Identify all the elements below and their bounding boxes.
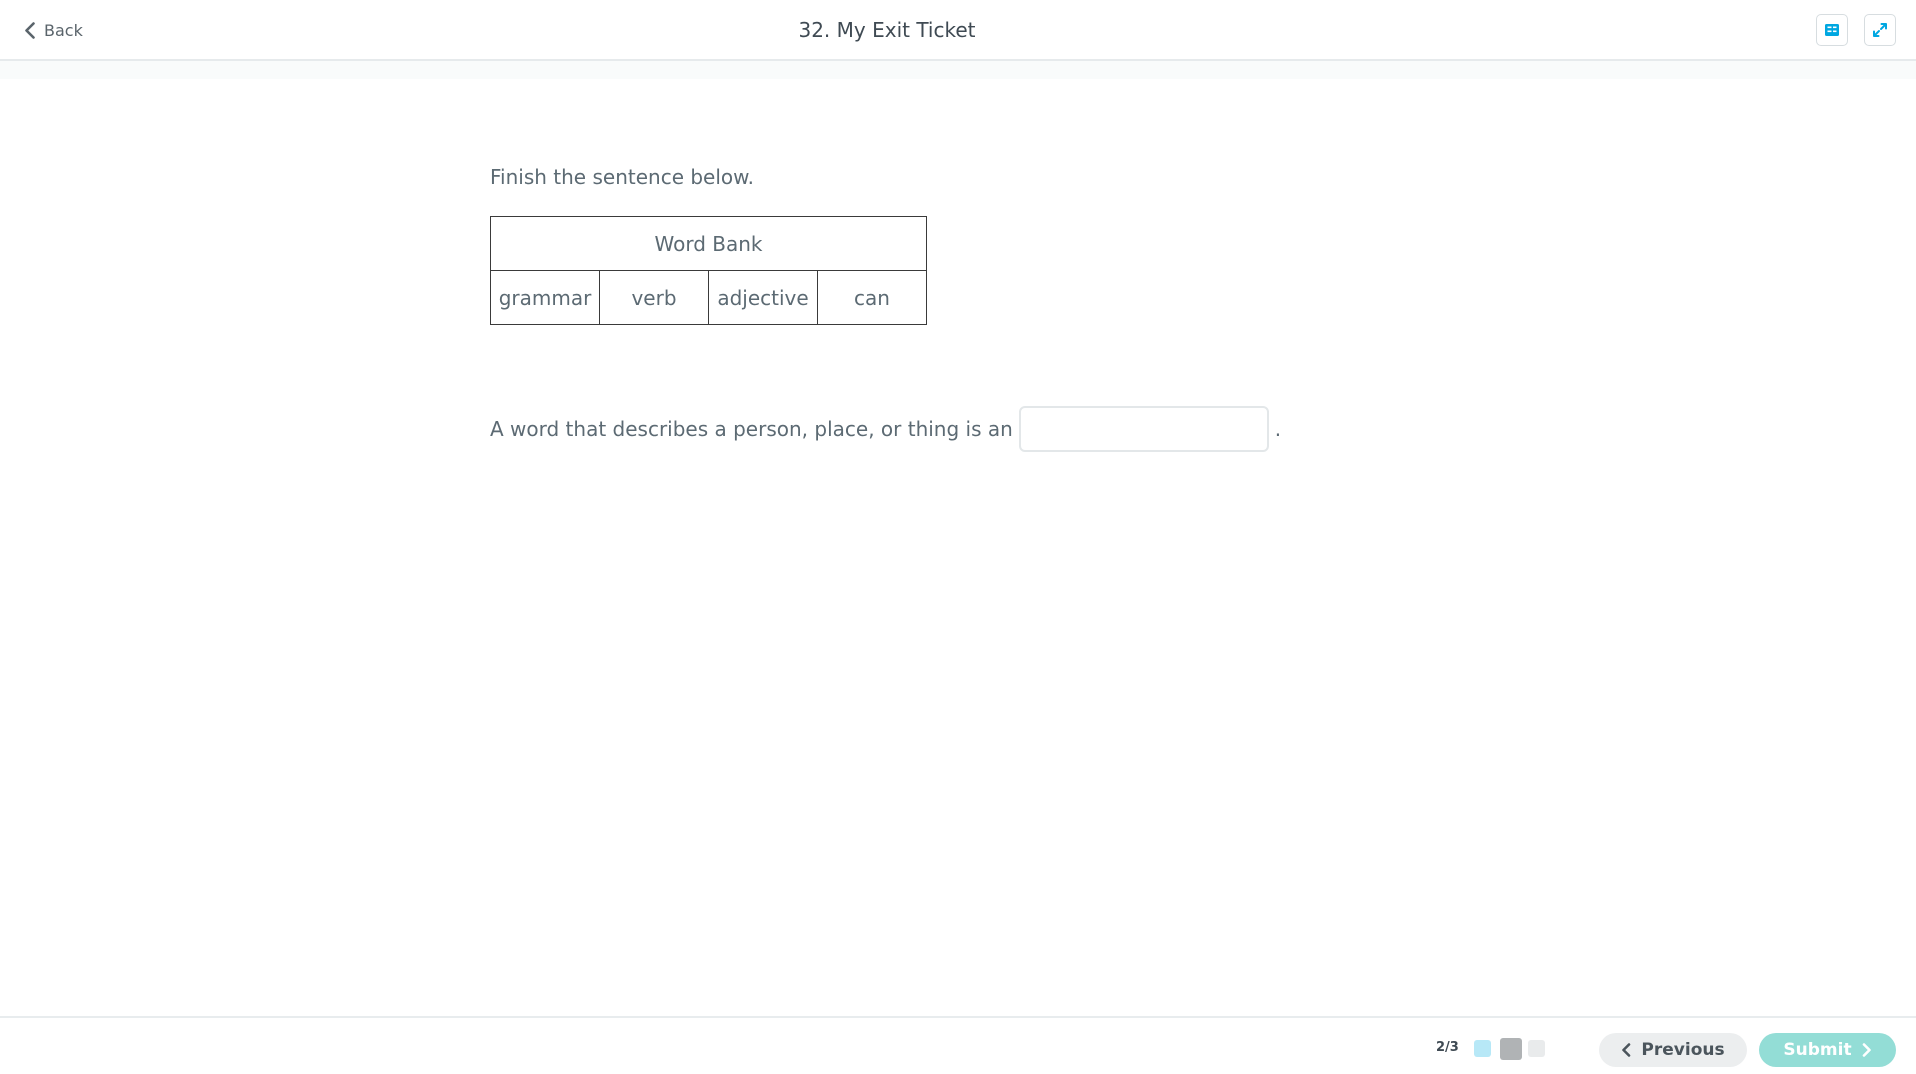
- fill-in-sentence: A word that describes a person, place, o…: [490, 406, 1281, 452]
- chevron-left-icon: [1622, 1043, 1631, 1057]
- sentence-text: A word that describes a person, place, o…: [490, 417, 1013, 441]
- word-bank-cell: can: [817, 270, 927, 325]
- progress-dot-3[interactable]: [1528, 1040, 1545, 1057]
- previous-button[interactable]: Previous: [1599, 1033, 1747, 1067]
- progress-dot-1[interactable]: [1474, 1040, 1491, 1057]
- calculator-icon: [1825, 24, 1839, 36]
- answer-input[interactable]: [1018, 406, 1269, 452]
- page-title: 32. My Exit Ticket: [798, 17, 976, 42]
- submit-button[interactable]: Submit: [1759, 1033, 1896, 1067]
- chevron-right-icon: [1862, 1043, 1871, 1057]
- fullscreen-button[interactable]: [1864, 14, 1896, 46]
- question-prompt: Finish the sentence below.: [490, 165, 755, 189]
- sentence-end: .: [1274, 417, 1282, 441]
- previous-label: Previous: [1641, 1040, 1725, 1060]
- calculator-button[interactable]: [1816, 14, 1848, 46]
- expand-icon: [1873, 23, 1887, 37]
- top-bar: Back 32. My Exit Ticket: [0, 0, 1916, 61]
- progress-counter: 2/3: [1436, 1040, 1459, 1055]
- word-bank-table: Word Bank grammar verb adjective can: [490, 216, 927, 325]
- word-bank-cell: verb: [599, 270, 709, 325]
- content-top-band: [0, 61, 1916, 79]
- word-bank-heading: Word Bank: [490, 216, 927, 271]
- progress-dot-2[interactable]: [1500, 1038, 1522, 1060]
- word-bank-cell: grammar: [490, 270, 600, 325]
- word-bank-cell: adjective: [708, 270, 818, 325]
- submit-label: Submit: [1783, 1040, 1852, 1060]
